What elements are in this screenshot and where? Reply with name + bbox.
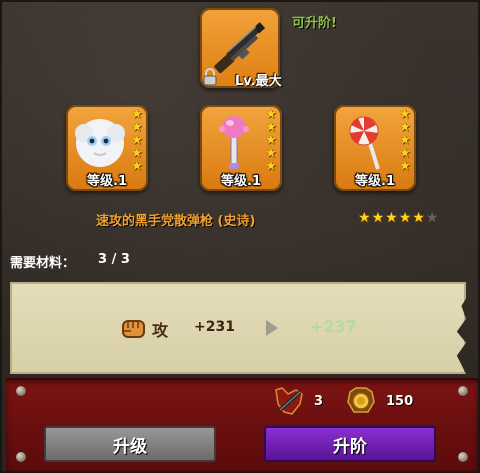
star-icon: ★: [371, 210, 385, 226]
lollipop-icon: [349, 116, 380, 170]
stat-current-value: +231: [194, 319, 235, 335]
star-icon: ★: [398, 210, 412, 226]
material-level: 等级.1: [221, 174, 261, 189]
star-column: ★ ★ ★ ★ ★: [397, 108, 413, 173]
material-level: 等级.1: [355, 174, 395, 189]
arrow-right-icon: [266, 320, 278, 336]
weapon-rating: ★ ★ ★ ★ ★ ★: [358, 210, 438, 226]
upgradable-text: 可升阶!: [292, 16, 337, 31]
cost-value: 150: [386, 393, 414, 409]
material-slot-3[interactable]: ★ ★ ★ ★ ★ 等级.1: [334, 105, 416, 191]
empty-star-icon: ★: [425, 210, 439, 226]
material-level: 等级.1: [87, 174, 127, 189]
weapon-name: 速攻的黑手党散弹枪 (史诗): [96, 214, 256, 229]
fist-icon: [122, 320, 145, 338]
cost-item-weapon: 3: [272, 386, 323, 416]
star-icon: ★: [412, 210, 425, 226]
rivet: [458, 386, 468, 396]
shotgun-cost-icon: [275, 387, 303, 415]
upgrade-panel: 可升阶! Lv.最大 ★ ★ ★ ★ ★ 等级.1 ★ ★ ★ ★ ★ 等级.1…: [0, 0, 480, 473]
material-slot-1[interactable]: ★ ★ ★ ★ ★ 等级.1: [66, 105, 148, 191]
rivet: [16, 452, 26, 462]
gold-coin-icon: [347, 387, 375, 413]
star-icon: ★: [358, 210, 371, 226]
pink-mace-icon: [219, 116, 249, 169]
star-icon: ★: [385, 210, 398, 226]
cost-value: 3: [314, 393, 324, 409]
stat-panel: [10, 282, 466, 374]
cost-item-gold: 150: [344, 386, 413, 416]
ascend-button[interactable]: 升阶: [264, 426, 436, 462]
white-furball-icon: [75, 119, 125, 167]
stat-name: 攻: [152, 321, 169, 340]
rivet: [458, 452, 468, 462]
requirement-label: 需要材料：: [10, 256, 76, 271]
star-column: ★ ★ ★ ★ ★: [129, 108, 145, 173]
weapon-level: Lv.最大: [235, 74, 282, 89]
rivet: [16, 386, 26, 396]
material-slot-2[interactable]: ★ ★ ★ ★ ★ 等级.1: [200, 105, 282, 191]
requirement-value: 3 / 3: [98, 252, 130, 267]
upgrade-button[interactable]: 升级: [44, 426, 216, 462]
stat-new-value: +237: [310, 317, 357, 336]
lock-icon: [203, 68, 217, 86]
star-column: ★ ★ ★ ★ ★: [263, 108, 279, 173]
